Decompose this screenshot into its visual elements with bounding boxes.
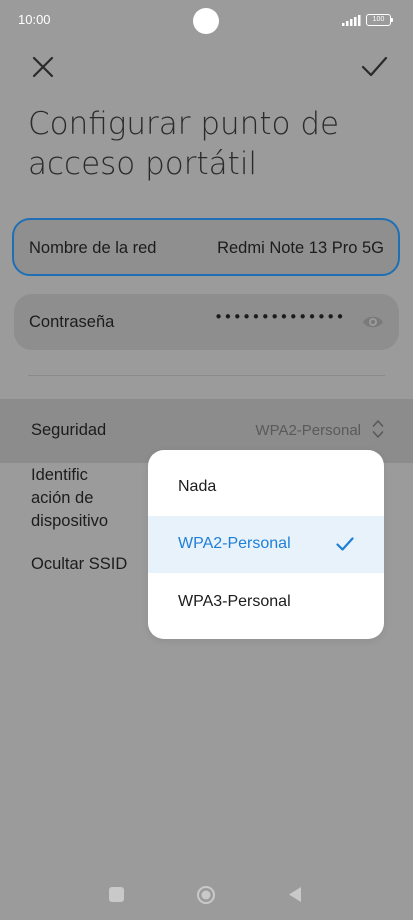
home-circle-icon[interactable] [196, 885, 216, 905]
device-id-line-3: dispositivo [31, 512, 109, 530]
network-name-value[interactable]: Redmi Note 13 Pro 5G [217, 239, 384, 258]
dropdown-option-wpa2[interactable]: WPA2-Personal [148, 516, 384, 573]
screen: 10:00 100 Configurar punto de acceso port… [0, 0, 413, 920]
network-name-field[interactable]: Nombre de la red Redmi Note 13 Pro 5G [12, 218, 400, 276]
page-title-line-1: Configurar punto de [28, 106, 340, 142]
divider [28, 375, 385, 376]
chevron-updown-icon [372, 420, 384, 438]
network-name-label: Nombre de la red [29, 239, 157, 257]
dropdown-option-none[interactable]: Nada [148, 459, 384, 516]
signal-icon [342, 15, 361, 26]
status-time: 10:00 [18, 12, 51, 27]
camera-cutout [193, 8, 219, 34]
dropdown-option-wpa3[interactable]: WPA3-Personal [148, 574, 384, 631]
hide-ssid-label[interactable]: Ocultar SSID [31, 555, 127, 574]
page-title: Configurar punto de acceso portátil [28, 104, 388, 184]
close-icon[interactable] [28, 52, 58, 82]
password-field[interactable]: Contraseña •••••••••••••• [14, 294, 399, 350]
check-icon [336, 537, 354, 551]
security-label: Seguridad [31, 421, 107, 439]
device-id-label: Identific ación de dispositivo [31, 464, 141, 533]
check-icon[interactable] [358, 50, 390, 82]
security-value: WPA2-Personal [255, 422, 361, 439]
security-dropdown: Nada WPA2-Personal WPA3-Personal [148, 450, 384, 639]
dropdown-option-label: Nada [178, 478, 217, 495]
status-bar: 10:00 100 [0, 0, 413, 40]
back-triangle-icon[interactable] [288, 886, 302, 903]
battery-icon: 100 [366, 14, 393, 26]
dropdown-option-label: WPA3-Personal [178, 593, 291, 610]
eye-icon[interactable] [361, 311, 385, 333]
device-id-line-1: Identific [31, 466, 88, 484]
square-icon[interactable] [109, 887, 124, 902]
dropdown-option-label: WPA2-Personal [178, 535, 291, 552]
password-value[interactable]: •••••••••••••• [214, 308, 345, 326]
device-id-line-2: ación de [31, 489, 94, 507]
page-title-line-2: acceso portátil [28, 146, 258, 182]
password-label: Contraseña [29, 313, 115, 331]
